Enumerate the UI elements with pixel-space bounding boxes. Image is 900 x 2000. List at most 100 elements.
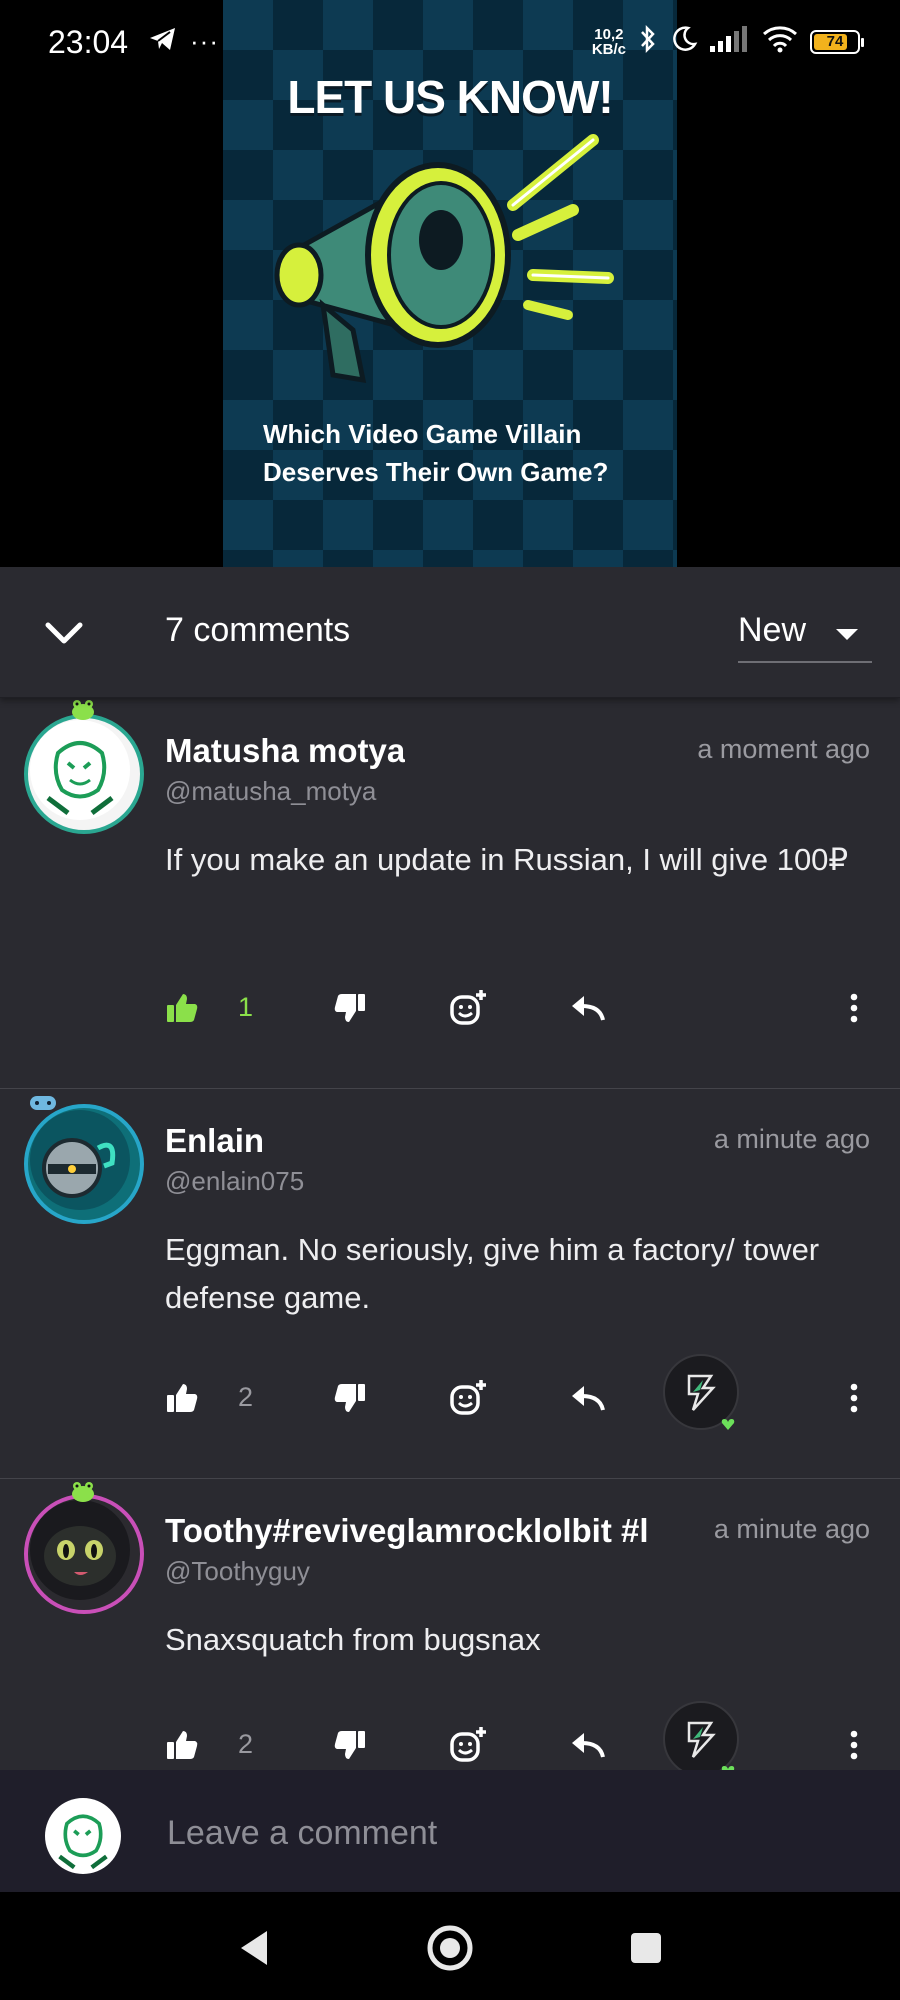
comment-item: Toothy#reviveglamrocklolbit #l @Toothygu… <box>0 1478 900 1770</box>
frog-badge-icon <box>72 1482 94 1502</box>
comment-handle[interactable]: @enlain075 <box>165 1166 304 1197</box>
emoji-add-icon <box>450 990 486 1025</box>
emoji-add-icon <box>450 1727 486 1762</box>
overflow-dots-icon: ··· <box>190 26 219 56</box>
more-options-button[interactable] <box>828 982 880 1034</box>
comment-handle[interactable]: @Toothyguy <box>165 1556 310 1587</box>
recents-button[interactable] <box>616 1918 676 1978</box>
thumbs-down-icon <box>334 1731 365 1759</box>
collapse-button[interactable] <box>36 605 92 661</box>
avatar[interactable] <box>24 1494 144 1614</box>
comment-actions: 2 <box>0 1354 900 1434</box>
thumbs-down-icon <box>334 994 365 1022</box>
avatar[interactable] <box>24 1104 144 1224</box>
comment-actions: 1 <box>0 974 900 1044</box>
like-count: 2 <box>238 1729 254 1759</box>
more-vertical-icon <box>850 1383 858 1413</box>
reply-icon <box>572 1733 605 1758</box>
emoji-add-icon <box>450 1380 486 1415</box>
network-speed: 10,2 KB/c <box>591 25 626 58</box>
status-notification-icons: ··· <box>148 26 219 57</box>
reply-button[interactable] <box>562 1372 614 1424</box>
status-bar: 23:04 ··· 10,2 KB/c 74 <box>0 0 900 80</box>
comment-timestamp: a minute ago <box>713 1124 870 1154</box>
video-player[interactable]: LET US KNOW! Which Video Game Villain De… <box>0 0 900 567</box>
promo-question: Which Video Game Villain Deserves Their … <box>263 419 609 487</box>
avatar[interactable] <box>24 714 144 834</box>
status-system-icons: 10,2 KB/c 74 <box>591 24 864 59</box>
home-button[interactable] <box>420 1918 480 1978</box>
sort-dropdown[interactable]: New <box>738 605 872 663</box>
heart-icon <box>721 1419 735 1430</box>
reply-icon <box>572 996 605 1021</box>
video-thumbnail[interactable]: LET US KNOW! Which Video Game Villain De… <box>223 0 677 567</box>
bluetooth-icon <box>638 24 658 59</box>
comments-count: 7 comments <box>165 611 351 649</box>
signal-icon <box>710 26 750 57</box>
thumbs-down-icon <box>334 1384 365 1412</box>
like-count: 2 <box>238 1382 254 1412</box>
wifi-icon <box>762 25 798 58</box>
thumbs-up-icon <box>167 994 198 1022</box>
avatar-drawing-icon <box>46 1799 120 1873</box>
more-vertical-icon <box>850 1730 858 1760</box>
comment-username[interactable]: Toothy#reviveglamrocklolbit #l <box>165 1512 649 1550</box>
dislike-button[interactable] <box>324 1719 376 1770</box>
megaphone-icon <box>274 134 614 384</box>
comment-text: Snaxsquatch from bugsnax <box>165 1622 541 1657</box>
comment-timestamp: a moment ago <box>697 734 870 764</box>
sort-selected-value: New <box>738 611 807 649</box>
lightning-icon <box>687 1721 716 1758</box>
more-vertical-icon <box>850 993 858 1023</box>
recents-square-icon <box>631 1933 661 1963</box>
comment-username[interactable]: Matusha motya <box>165 732 405 770</box>
comment-composer <box>0 1770 900 1892</box>
thumbs-up-icon <box>167 1384 198 1412</box>
telegram-icon <box>148 26 178 57</box>
comment-item: Matusha motya @matusha_motya a moment ag… <box>0 698 900 1089</box>
add-reaction-button[interactable] <box>442 982 494 1034</box>
like-count: 1 <box>238 992 254 1022</box>
avatar-robot-icon <box>30 1110 130 1210</box>
chevron-down-icon <box>45 622 83 644</box>
thumbs-up-icon <box>167 1731 198 1759</box>
reply-icon <box>572 1386 605 1411</box>
like-button[interactable] <box>156 982 208 1034</box>
battery-icon: 74 <box>810 29 864 54</box>
reply-button[interactable] <box>562 982 614 1034</box>
comments-panel: 7 comments New Matusha motya @matusha_mo… <box>0 567 900 1770</box>
back-triangle-icon <box>241 1931 267 1965</box>
moon-icon <box>670 25 698 58</box>
comment-handle[interactable]: @matusha_motya <box>165 776 376 807</box>
comment-text: If you make an update in Russian, I will… <box>165 842 849 877</box>
home-circle-icon <box>427 1925 473 1971</box>
controller-badge-icon <box>30 1096 56 1110</box>
caret-down-icon <box>836 629 858 640</box>
comment-actions: 2 <box>0 1701 900 1770</box>
avatar-drawing-icon <box>30 720 130 820</box>
comment-text: Eggman. No seriously, give him a factory… <box>165 1232 820 1315</box>
back-button[interactable] <box>224 1918 284 1978</box>
comment-username[interactable]: Enlain <box>165 1122 264 1160</box>
more-options-button[interactable] <box>828 1372 880 1424</box>
like-button[interactable] <box>156 1719 208 1770</box>
status-time: 23:04 <box>48 24 129 60</box>
like-button[interactable] <box>156 1372 208 1424</box>
system-nav-bar <box>0 1892 900 2000</box>
current-user-avatar <box>45 1798 121 1874</box>
avatar-dragon-icon <box>30 1500 130 1600</box>
frog-badge-icon <box>72 700 94 720</box>
more-options-button[interactable] <box>828 1719 880 1770</box>
dislike-button[interactable] <box>324 982 376 1034</box>
add-reaction-button[interactable] <box>442 1372 494 1424</box>
dislike-button[interactable] <box>324 1372 376 1424</box>
comment-input[interactable] <box>165 1800 869 1866</box>
award-badge[interactable] <box>663 1354 739 1430</box>
add-reaction-button[interactable] <box>442 1719 494 1770</box>
comment-item: Enlain @enlain075 a minute ago Eggman. N… <box>0 1088 900 1479</box>
lightning-icon <box>687 1374 716 1411</box>
award-badge[interactable] <box>663 1701 739 1770</box>
comment-timestamp: a minute ago <box>713 1514 870 1544</box>
comments-header: 7 comments New <box>0 567 900 698</box>
reply-button[interactable] <box>562 1719 614 1770</box>
